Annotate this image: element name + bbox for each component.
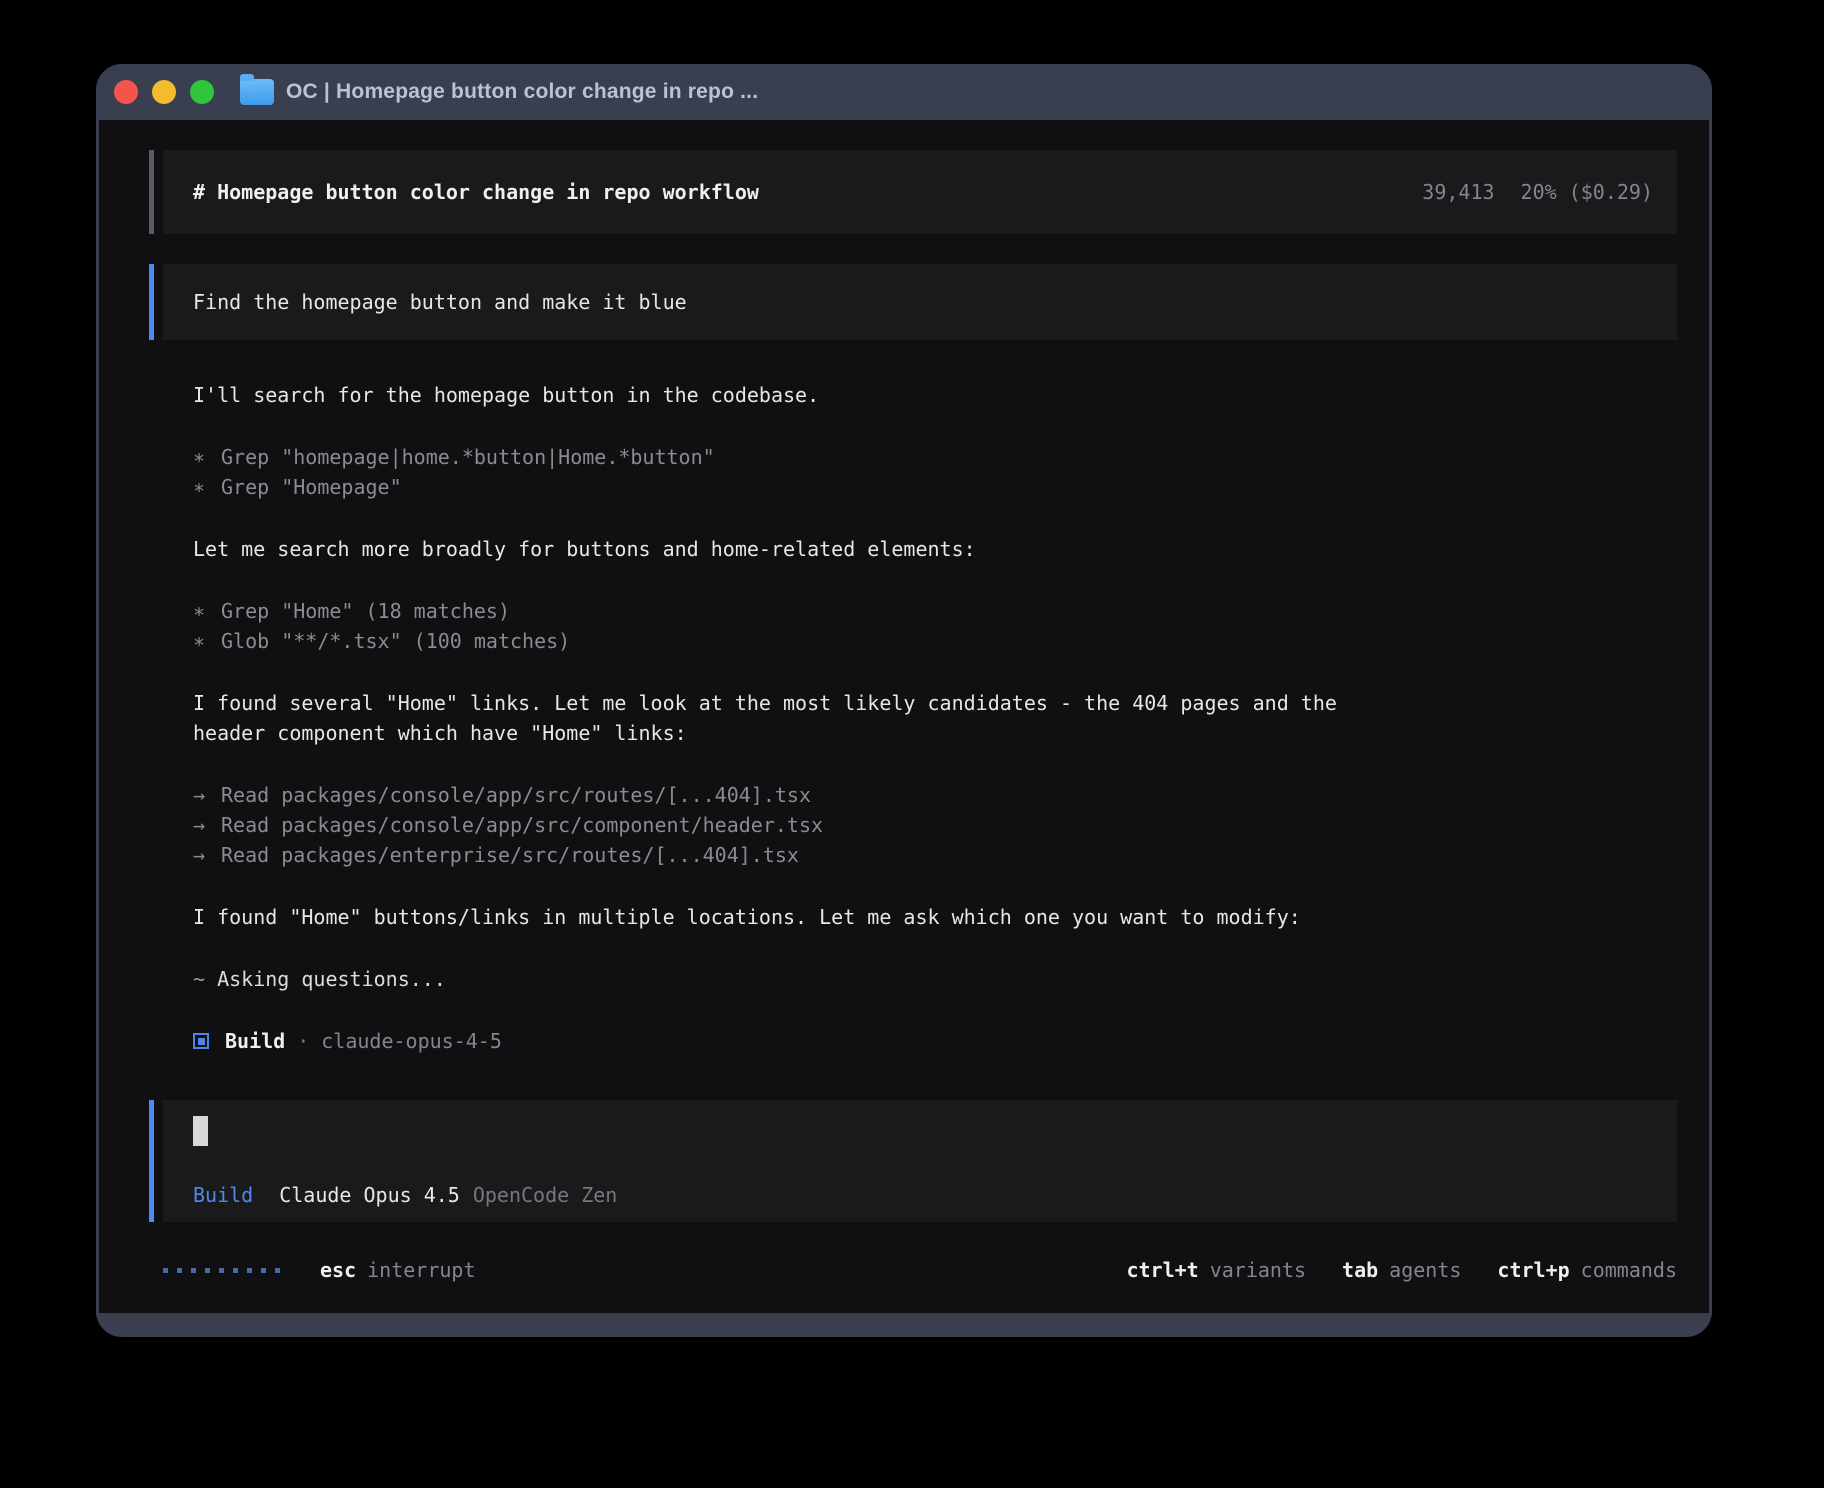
status-bar-right: ctrl+t variants tab agents ctrl+p comman… [1126, 1258, 1677, 1282]
esc-key-hint: esc [320, 1258, 356, 1282]
token-count: 39,413 [1422, 180, 1494, 204]
assistant-text: I found "Home" buttons/links in multiple… [193, 902, 1383, 932]
tool-call-text: Read packages/enterprise/src/routes/[...… [221, 843, 799, 867]
close-button[interactable] [114, 80, 138, 104]
traffic-lights [114, 80, 214, 104]
status-text: Asking questions... [217, 967, 446, 991]
status-bar: esc interrupt ctrl+t variants tab agents… [163, 1255, 1677, 1285]
desktop: OC | Homepage button color change in rep… [0, 0, 1824, 1488]
tool-bullet-icon: ∗ [193, 472, 221, 502]
window-bottom-strip [96, 1313, 1712, 1337]
working-status: ~ Asking questions... [193, 964, 1677, 994]
tool-bullet-icon: → [193, 840, 221, 870]
tool-call: →Read packages/console/app/src/routes/[.… [193, 780, 1677, 810]
terminal-content: # Homepage button color change in repo w… [99, 120, 1709, 1313]
hint-commands: ctrl+p commands [1497, 1258, 1677, 1282]
spinner-dot [163, 1268, 168, 1273]
session-stats: 39,413 20% ($0.29) [1422, 180, 1653, 204]
assistant-text: I found several "Home" links. Let me loo… [193, 688, 1383, 748]
tool-bullet-icon: ∗ [193, 596, 221, 626]
text-cursor [193, 1116, 208, 1146]
window-title: OC | Homepage button color change in rep… [286, 80, 758, 104]
tool-bullet-icon: ∗ [193, 442, 221, 472]
agent-status: Build · claude-opus-4-5 [193, 1026, 1677, 1056]
tool-call-text: Read packages/console/app/src/component/… [221, 813, 823, 837]
agent-name: Build [225, 1026, 285, 1056]
input-provider-label: OpenCode Zen [473, 1182, 618, 1208]
session-header: # Homepage button color change in repo w… [163, 150, 1677, 234]
agent-separator: · [297, 1026, 309, 1056]
spinner-dot [261, 1268, 266, 1273]
input-agent-label: Build [193, 1182, 253, 1208]
context-usage: 20% ($0.29) [1521, 180, 1653, 204]
spinner-dots-icon [163, 1268, 280, 1273]
assistant-text: I'll search for the homepage button in t… [193, 380, 1383, 410]
tool-call-group: →Read packages/console/app/src/routes/[.… [193, 780, 1677, 870]
folder-icon [240, 79, 274, 105]
spinner-dot [233, 1268, 238, 1273]
tool-call-text: Grep "homepage|home.*button|Home.*button… [221, 445, 715, 469]
tool-call-text: Glob "**/*.tsx" (100 matches) [221, 629, 570, 653]
status-bar-left: esc interrupt [163, 1258, 476, 1282]
minimize-button[interactable] [152, 80, 176, 104]
tool-call: ∗Grep "Homepage" [193, 472, 1677, 502]
terminal-window: OC | Homepage button color change in rep… [96, 64, 1712, 1337]
tool-call-text: Grep "Homepage" [221, 475, 402, 499]
prompt-input[interactable]: Build Claude Opus 4.5 OpenCode Zen [163, 1100, 1677, 1222]
tool-call-text: Grep "Home" (18 matches) [221, 599, 510, 623]
spinner-dot [205, 1268, 210, 1273]
input-meta: Build Claude Opus 4.5 OpenCode Zen [193, 1182, 1647, 1208]
spinner-dot [191, 1268, 196, 1273]
user-message: Find the homepage button and make it blu… [163, 264, 1677, 340]
session-title: # Homepage button color change in repo w… [193, 180, 759, 204]
agent-model: claude-opus-4-5 [321, 1026, 502, 1056]
input-model-label: Claude Opus 4.5 [279, 1182, 460, 1208]
tool-call-text: Read packages/console/app/src/routes/[..… [221, 783, 811, 807]
tool-call: ∗Grep "Home" (18 matches) [193, 596, 1677, 626]
tool-call: →Read packages/console/app/src/component… [193, 810, 1677, 840]
spinner-dot [247, 1268, 252, 1273]
window-titlebar[interactable]: OC | Homepage button color change in rep… [96, 64, 1712, 120]
tool-call: →Read packages/enterprise/src/routes/[..… [193, 840, 1677, 870]
assistant-text: Let me search more broadly for buttons a… [193, 534, 1383, 564]
conversation: I'll search for the homepage button in t… [163, 380, 1677, 1056]
hint-agents: tab agents [1342, 1258, 1461, 1282]
tool-call: ∗Glob "**/*.tsx" (100 matches) [193, 626, 1677, 656]
spinner-dot [275, 1268, 280, 1273]
tool-bullet-icon: → [193, 810, 221, 840]
tool-call-group: ∗Grep "homepage|home.*button|Home.*butto… [193, 442, 1677, 502]
tool-bullet-icon: → [193, 780, 221, 810]
tool-call: ∗Grep "homepage|home.*button|Home.*butto… [193, 442, 1677, 472]
tool-call-group: ∗Grep "Home" (18 matches)∗Glob "**/*.tsx… [193, 596, 1677, 656]
status-prefix: ~ [193, 967, 217, 991]
title-group: OC | Homepage button color change in rep… [240, 79, 758, 105]
agent-build-icon [193, 1033, 209, 1049]
hint-variants: ctrl+t variants [1126, 1258, 1306, 1282]
user-message-text: Find the homepage button and make it blu… [193, 290, 687, 314]
esc-key-label: interrupt [367, 1258, 475, 1282]
spinner-dot [219, 1268, 224, 1273]
maximize-button[interactable] [190, 80, 214, 104]
spinner-dot [177, 1268, 182, 1273]
tool-bullet-icon: ∗ [193, 626, 221, 656]
